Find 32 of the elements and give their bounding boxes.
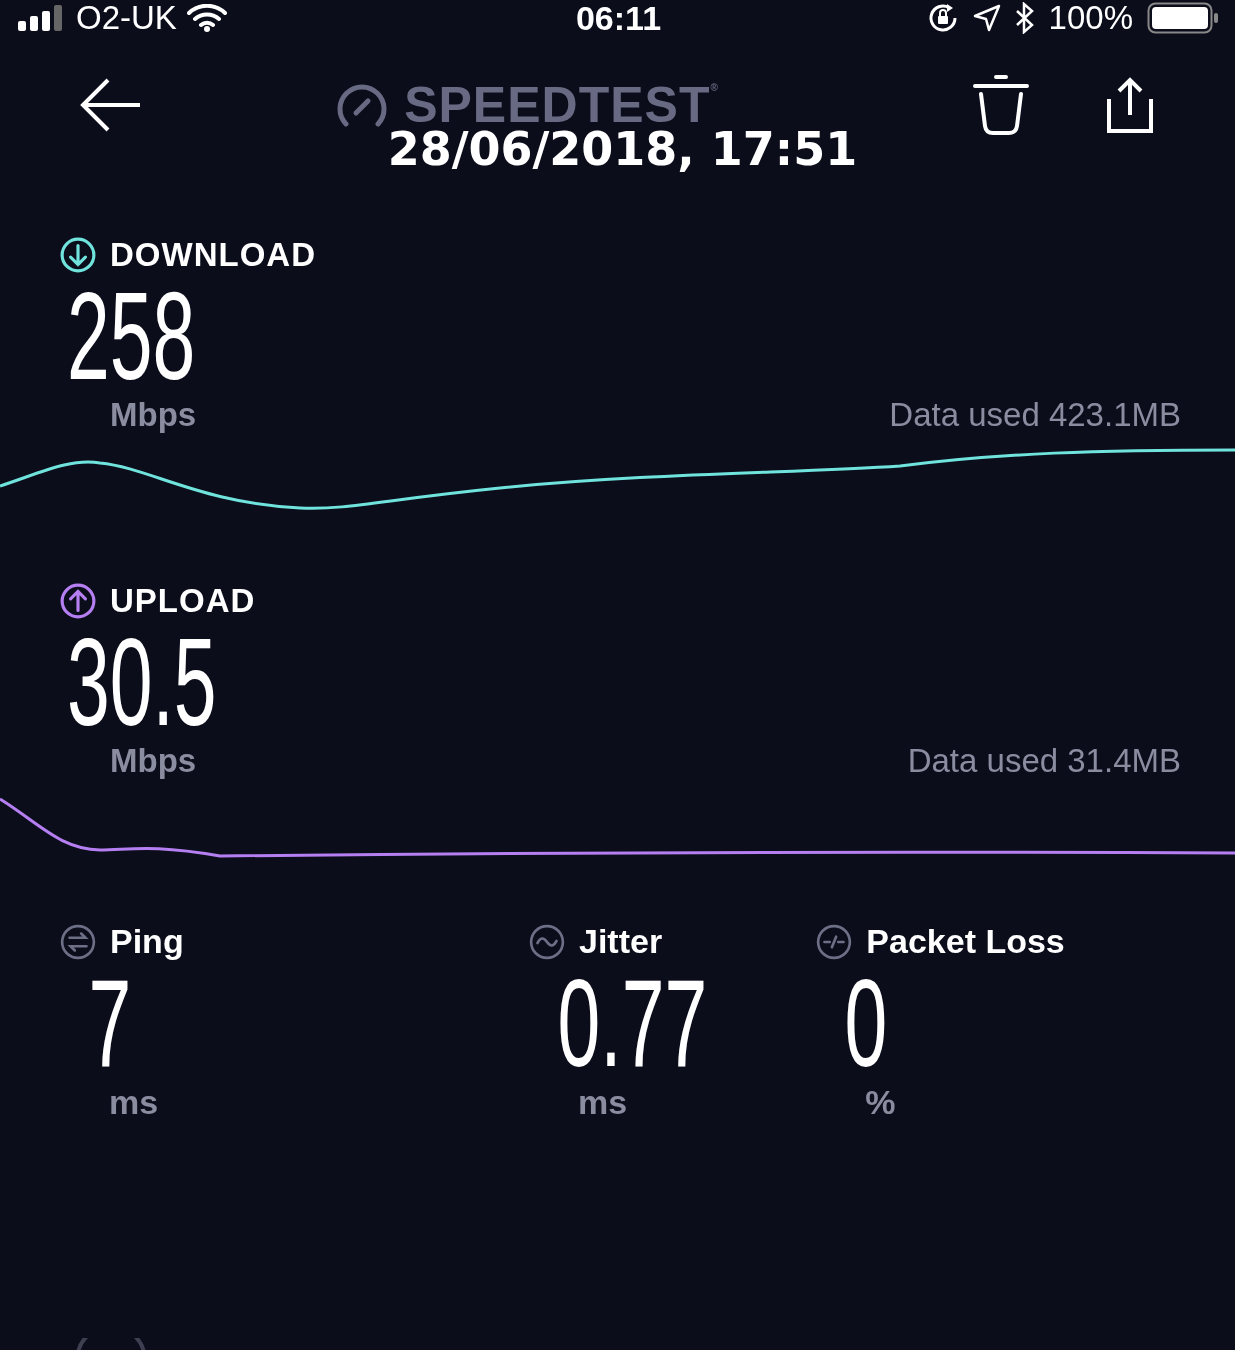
trash-icon[interactable] <box>973 74 1029 136</box>
share-icon[interactable] <box>1107 77 1153 133</box>
speed-unit: Mbps <box>110 742 197 780</box>
ping-icon <box>60 923 96 960</box>
ping-unit: ms <box>108 1083 160 1122</box>
packet-loss-label: Packet Loss <box>866 922 1065 961</box>
battery-percent: 100% <box>1048 0 1133 37</box>
jitter-value: 0.77 <box>556 967 708 1079</box>
back-arrow-icon[interactable] <box>80 77 142 133</box>
bluetooth-icon <box>1014 2 1035 34</box>
download-speed-value: 258 <box>65 276 196 396</box>
data-used: Data used 31.4MB <box>907 742 1181 780</box>
battery-icon <box>1147 2 1219 34</box>
carrier-name: O2-UK <box>76 0 177 37</box>
data-used: Data used 423.1MB <box>889 396 1181 434</box>
wifi-icon <box>186 4 227 32</box>
jitter-label: Jitter <box>579 922 663 961</box>
packet-loss-icon <box>816 923 853 960</box>
jitter-unit: ms <box>577 1083 629 1122</box>
packet-loss-unit: % <box>864 1083 897 1122</box>
location-arrow-icon <box>972 4 1001 32</box>
upload-label: UPLOAD <box>110 582 256 620</box>
rotation-lock-icon <box>926 2 959 34</box>
ping-value: 7 <box>87 967 132 1079</box>
download-label: DOWNLOAD <box>110 236 316 274</box>
clock-time: 06:11 <box>575 0 662 38</box>
packet-loss-value: 0 <box>843 967 888 1079</box>
jitter-icon <box>529 923 565 960</box>
gauge-icon <box>336 83 389 127</box>
upload-speed-value: 30.5 <box>65 622 217 742</box>
speed-unit: Mbps <box>110 396 197 434</box>
ping-label: Ping <box>110 922 184 961</box>
